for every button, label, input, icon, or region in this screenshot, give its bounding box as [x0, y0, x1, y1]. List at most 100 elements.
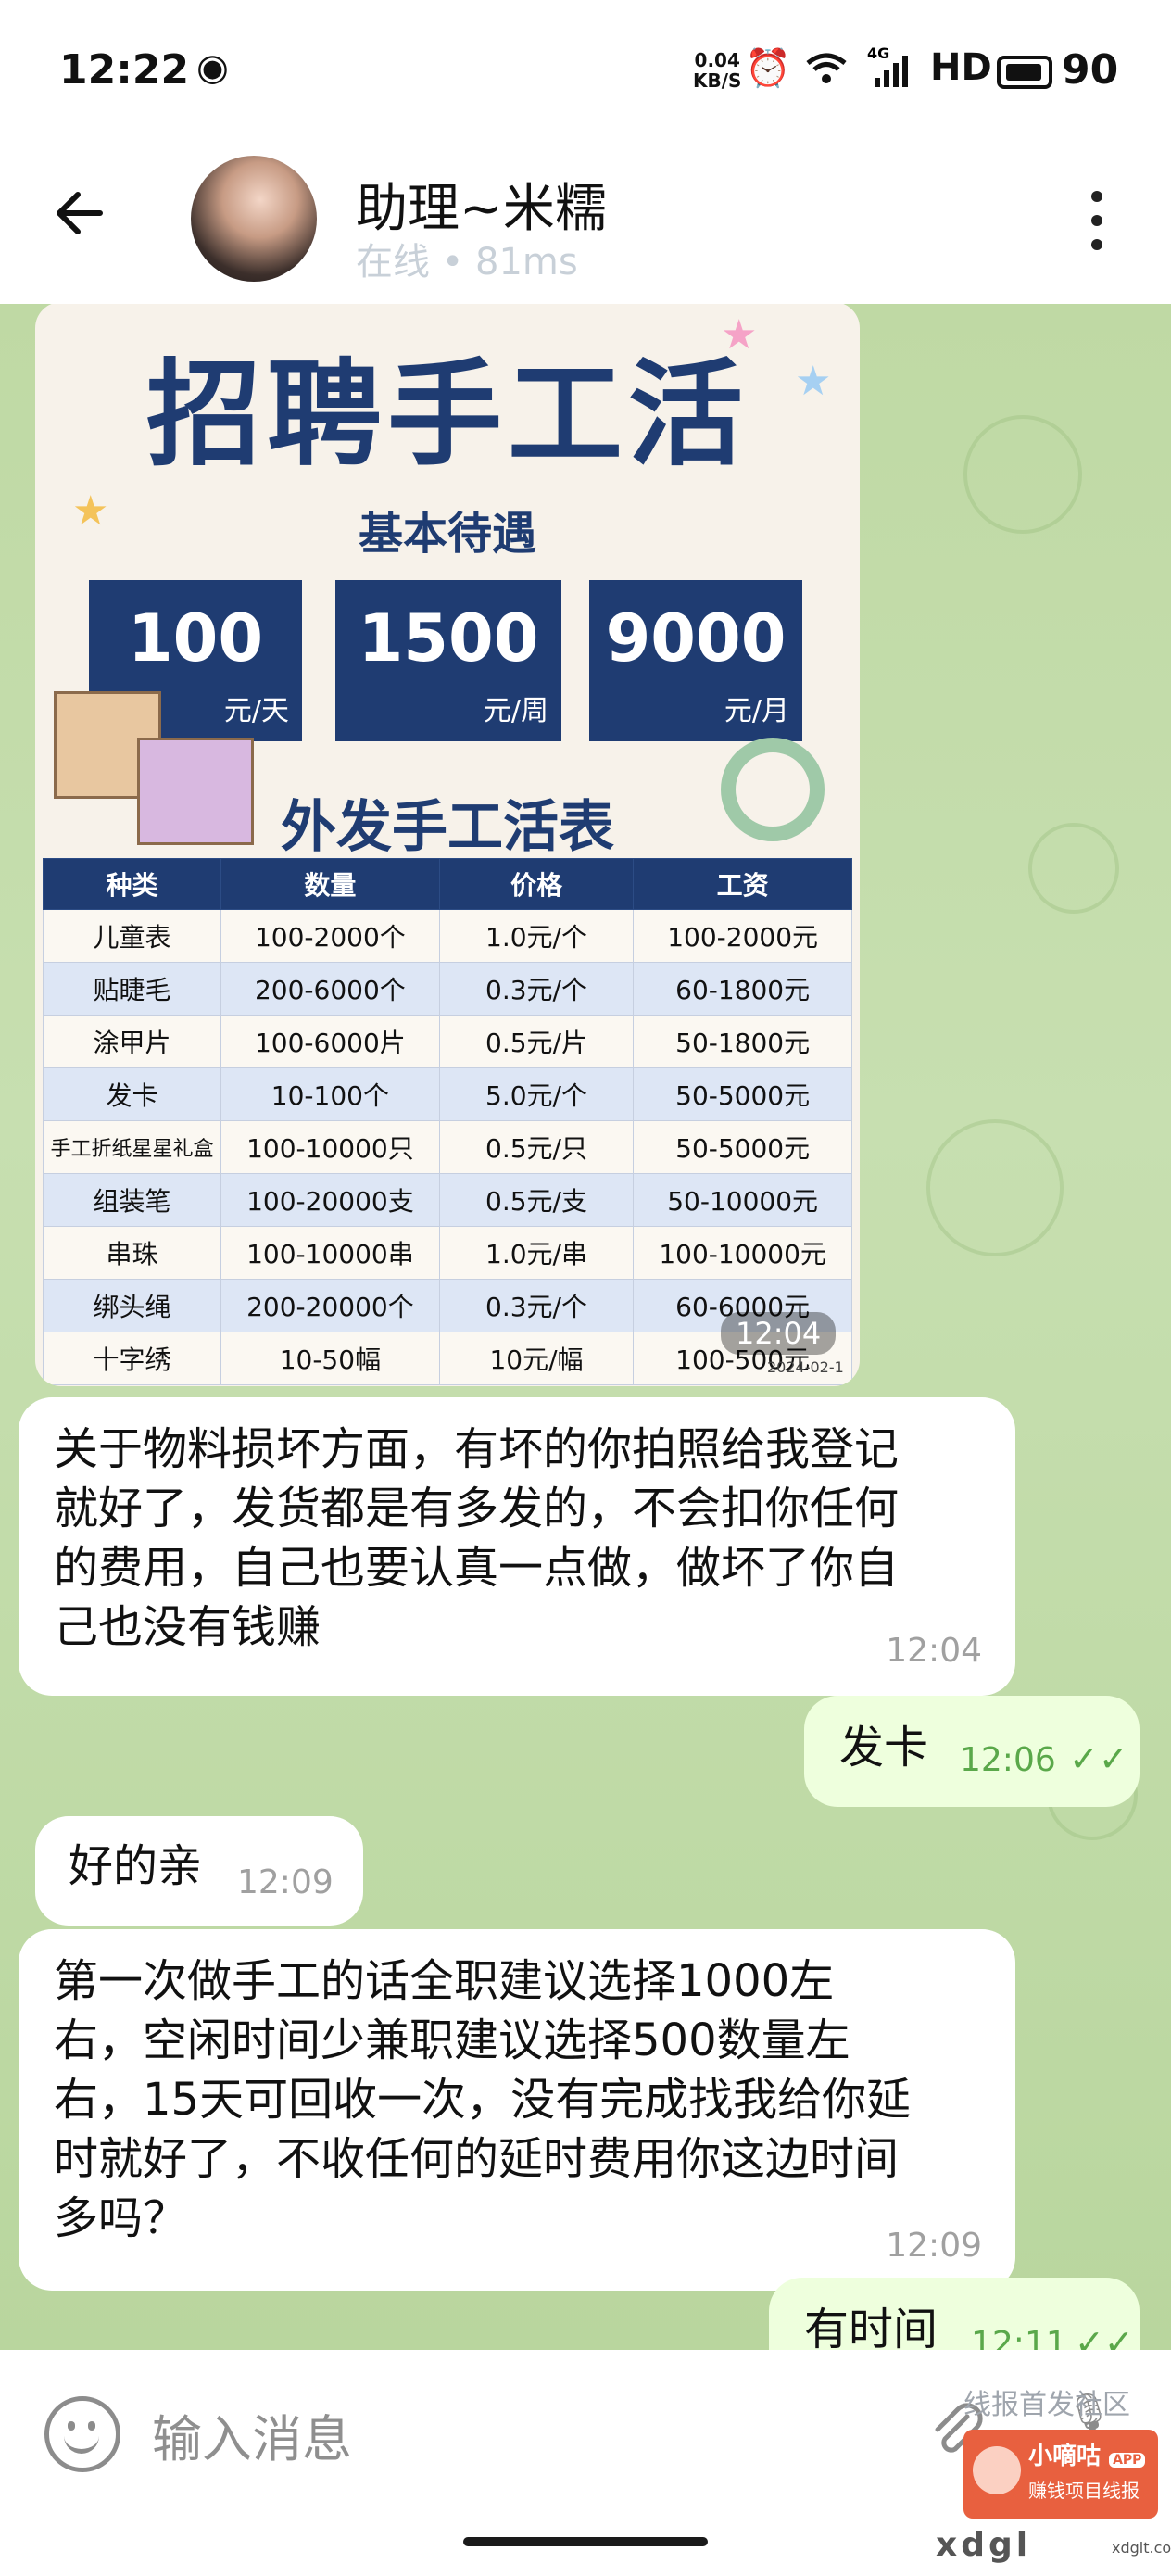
battery-icon [997, 56, 1052, 89]
salary-amount: 1500 [358, 600, 539, 676]
table-cell: 贴睫毛 [42, 962, 222, 1016]
message-text: 有时间 [804, 2304, 938, 2350]
table-cell: 0.5元/支 [438, 1173, 635, 1227]
net-speed: 0.04 KB/S [693, 50, 741, 91]
salary-unit: 元/月 [724, 695, 789, 727]
table-cell: 发卡 [42, 1067, 222, 1121]
table-cell: 1.0元/个 [438, 909, 635, 963]
message-bubble-outgoing[interactable]: 发卡 12:06 ✓✓ [804, 1696, 1140, 1807]
read-check-icon: ✓✓ [1069, 1738, 1128, 1779]
salary-amount: 9000 [605, 600, 787, 676]
image-date: 2024-02-1 [767, 1358, 844, 1376]
table-cell: 50-5000元 [633, 1120, 852, 1174]
table-cell: 10-50幅 [220, 1332, 440, 1385]
message-line: 己也没有钱赚 [54, 1601, 321, 1653]
poster-subtitle: 基本待遇 [358, 508, 536, 560]
table-cell: 组装笔 [42, 1173, 222, 1227]
watermark-text: 线报首发社区 [963, 2389, 1130, 2421]
contact-status: 在线 • 81ms [356, 241, 578, 284]
wifi-icon [804, 50, 849, 91]
column-header: 价格 [438, 858, 635, 910]
message-text: 好的亲 [69, 1840, 203, 1892]
message-line: 多吗？ [54, 2192, 188, 2244]
message-bubble-incoming[interactable]: 好的亲 12:09 [35, 1816, 363, 1926]
avatar[interactable] [191, 156, 317, 282]
bg-doodle [926, 1119, 1064, 1256]
table-cell: 50-1800元 [633, 1015, 852, 1068]
star-decoration: ★ [721, 311, 758, 359]
message-time: 12:09 [886, 2227, 982, 2265]
table-cell: 儿童表 [42, 909, 222, 963]
status-bar: 12:22 ◉ 0.04 KB/S ⏰ 4G HD 90 [0, 0, 1171, 139]
table-cell: 100-10000串 [220, 1226, 440, 1280]
contact-name[interactable]: 助理~米糯 [356, 167, 607, 242]
net-speed-value: 0.04 [694, 49, 740, 71]
table-cell: 50-5000元 [633, 1067, 852, 1121]
table-cell: 100-2000个 [220, 909, 440, 963]
table-cell: 0.5元/只 [438, 1120, 635, 1174]
watermark-badge: 小嘀咕 APP 赚钱项目线报 [963, 2430, 1158, 2519]
back-button[interactable] [52, 185, 107, 241]
chat-area[interactable]: 招聘手工活 基本待遇 100 元/天 1500 元/周 9000 元/月 ★ ★… [0, 304, 1171, 2350]
emoji-button[interactable] [44, 2396, 120, 2472]
table-cell: 60-1800元 [633, 962, 852, 1016]
message-line: 就好了，发货都是有多发的，不会扣你任何 [54, 1483, 900, 1534]
message-time: 12:11 [971, 2325, 1067, 2350]
message-text: 第一次做手工的话全职建议选择1000左 右，空闲时间少兼职建议选择500数量左 … [54, 1951, 911, 2248]
table-cell: 100-6000片 [220, 1015, 440, 1068]
home-indicator[interactable] [463, 2537, 708, 2546]
message-bubble-incoming[interactable]: 第一次做手工的话全职建议选择1000左 右，空闲时间少兼职建议选择500数量左 … [19, 1929, 1015, 2291]
table-row: 手工折纸星星礼盒 100-10000只 0.5元/只 50-5000元 [42, 1120, 852, 1174]
watermark-site-small: xdglt.com [1112, 2539, 1171, 2557]
table-row: 儿童表 100-2000个 1.0元/个 100-2000元 [42, 909, 852, 963]
image-timestamp: 12:04 [721, 1312, 837, 1355]
message-line: 时就好了，不收任何的延时费用你这边时间 [54, 2133, 900, 2185]
salary-box-month: 9000 元/月 [589, 580, 802, 741]
work-table: 种类 数量 价格 工资 儿童表 100-2000个 1.0元/个 100-2000元贴… [42, 858, 852, 1385]
salary-unit: 元/周 [483, 695, 548, 727]
table-header-row: 种类 数量 价格 工资 [42, 858, 852, 910]
table-row: 发卡 10-100个 5.0元/个 50-5000元 [42, 1067, 852, 1121]
table-cell: 50-10000元 [633, 1173, 852, 1227]
table-cell: 十字绣 [42, 1332, 222, 1385]
message-input[interactable]: 输入消息 [152, 2398, 352, 2471]
message-bubble-outgoing[interactable]: 有时间 12:11 ✓✓ [769, 2278, 1140, 2350]
table-row: 贴睫毛 200-6000个 0.3元/个 60-1800元 [42, 962, 852, 1016]
bg-doodle [1028, 823, 1119, 914]
salary-box-week: 1500 元/周 [335, 580, 561, 741]
image-message[interactable]: 招聘手工活 基本待遇 100 元/天 1500 元/周 9000 元/月 ★ ★… [35, 304, 860, 1386]
table-cell: 100-10000只 [220, 1120, 440, 1174]
net-speed-unit: KB/S [693, 69, 742, 92]
read-check-icon: ✓✓ [1075, 2322, 1134, 2350]
message-text: 发卡 [839, 1722, 929, 1774]
alarm-icon: ⏰ [745, 47, 791, 90]
message-time: 12:06 [960, 1741, 1056, 1779]
table-cell: 0.5元/片 [438, 1015, 635, 1068]
watermark-slogan: 赚钱项目线报 [1028, 2480, 1140, 2502]
message-line: 右，15天可回收一次，没有完成找我给你延 [54, 2074, 912, 2126]
watermark-brand: 小嘀咕 APP [1028, 2437, 1146, 2471]
message-time: 12:04 [886, 1632, 982, 1670]
table-cell: 100-10000元 [633, 1226, 852, 1280]
star-decoration: ★ [72, 487, 109, 535]
watermark-logo-icon [973, 2446, 1021, 2494]
app-notification-icon: ◉ [196, 46, 229, 89]
salary-unit: 元/天 [223, 695, 289, 727]
more-menu-button[interactable] [1088, 191, 1106, 256]
back-arrow-icon [57, 192, 103, 234]
table-cell: 5.0元/个 [438, 1067, 635, 1121]
signal-icon [873, 56, 910, 93]
table-cell: 0.3元/个 [438, 1279, 635, 1332]
message-line: 的费用，自己也要认真一点做，做坏了你自 [54, 1542, 900, 1594]
message-bubble-incoming[interactable]: 关于物料损坏方面，有坏的你拍照给我登记 就好了，发货都是有多发的，不会扣你任何 … [19, 1397, 1015, 1696]
message-line: 右，空闲时间少兼职建议选择500数量左 [54, 2014, 850, 2066]
column-header: 工资 [633, 858, 852, 910]
table-cell: 200-6000个 [220, 962, 440, 1016]
table-cell: 手工折纸星星礼盒 [42, 1120, 222, 1174]
bg-doodle [963, 415, 1082, 534]
table-cell: 0.3元/个 [438, 962, 635, 1016]
column-header: 种类 [42, 858, 222, 910]
table-cell: 涂甲片 [42, 1015, 222, 1068]
status-time: 12:22 [59, 46, 190, 94]
table-row: 涂甲片 100-6000片 0.5元/片 50-1800元 [42, 1015, 852, 1068]
